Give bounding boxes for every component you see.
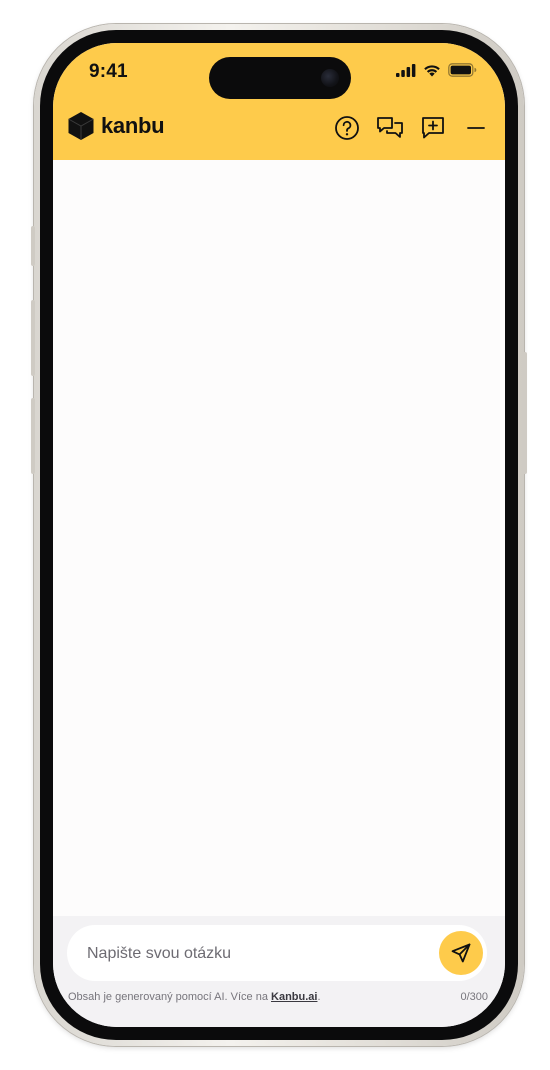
help-circle-icon [335, 116, 359, 140]
disclaimer-text: Obsah je generovaný pomocí AI. Více na [68, 991, 272, 1003]
conversations-button[interactable] [375, 113, 405, 143]
dynamic-island [209, 57, 351, 99]
minimize-icon [467, 127, 485, 129]
kanbu-link[interactable]: Kanbu.ai [271, 991, 317, 1003]
send-icon [451, 943, 471, 963]
power-button [523, 352, 527, 474]
message-composer [67, 925, 487, 983]
wifi-icon [424, 64, 440, 76]
status-time: 9:41 [89, 61, 128, 82]
chat-messages-area[interactable] [53, 160, 505, 916]
volume-up-button [31, 300, 35, 376]
composer-footer: Obsah je generovaný pomocí AI. Více na K… [53, 916, 505, 1027]
header-actions [332, 113, 491, 143]
minimize-button[interactable] [461, 113, 491, 143]
disclaimer-suffix: . [317, 991, 321, 1003]
app-screen: 9:41 kanbu Napište svou otázku Obsah je … [53, 43, 505, 1027]
action-button [31, 226, 35, 266]
cellular-signal-icon [396, 63, 416, 77]
send-button[interactable] [439, 931, 483, 975]
volume-down-button [31, 398, 35, 474]
char-counter: 0/300 [460, 991, 488, 1003]
brand: kanbu [67, 111, 165, 141]
kanbu-logo-icon [68, 112, 94, 140]
app-header: 9:41 kanbu [53, 43, 505, 160]
status-icons [396, 63, 477, 77]
brand-name: kanbu [101, 113, 165, 138]
battery-icon [448, 63, 477, 77]
ai-disclaimer: Obsah je generovaný pomocí AI. Více na K… [68, 991, 321, 1003]
message-input[interactable] [85, 925, 419, 983]
help-button[interactable] [332, 113, 362, 143]
conversations-icon [377, 117, 403, 138]
new-chat-button[interactable] [418, 113, 448, 143]
front-camera [321, 69, 339, 87]
new-chat-icon [422, 117, 444, 139]
